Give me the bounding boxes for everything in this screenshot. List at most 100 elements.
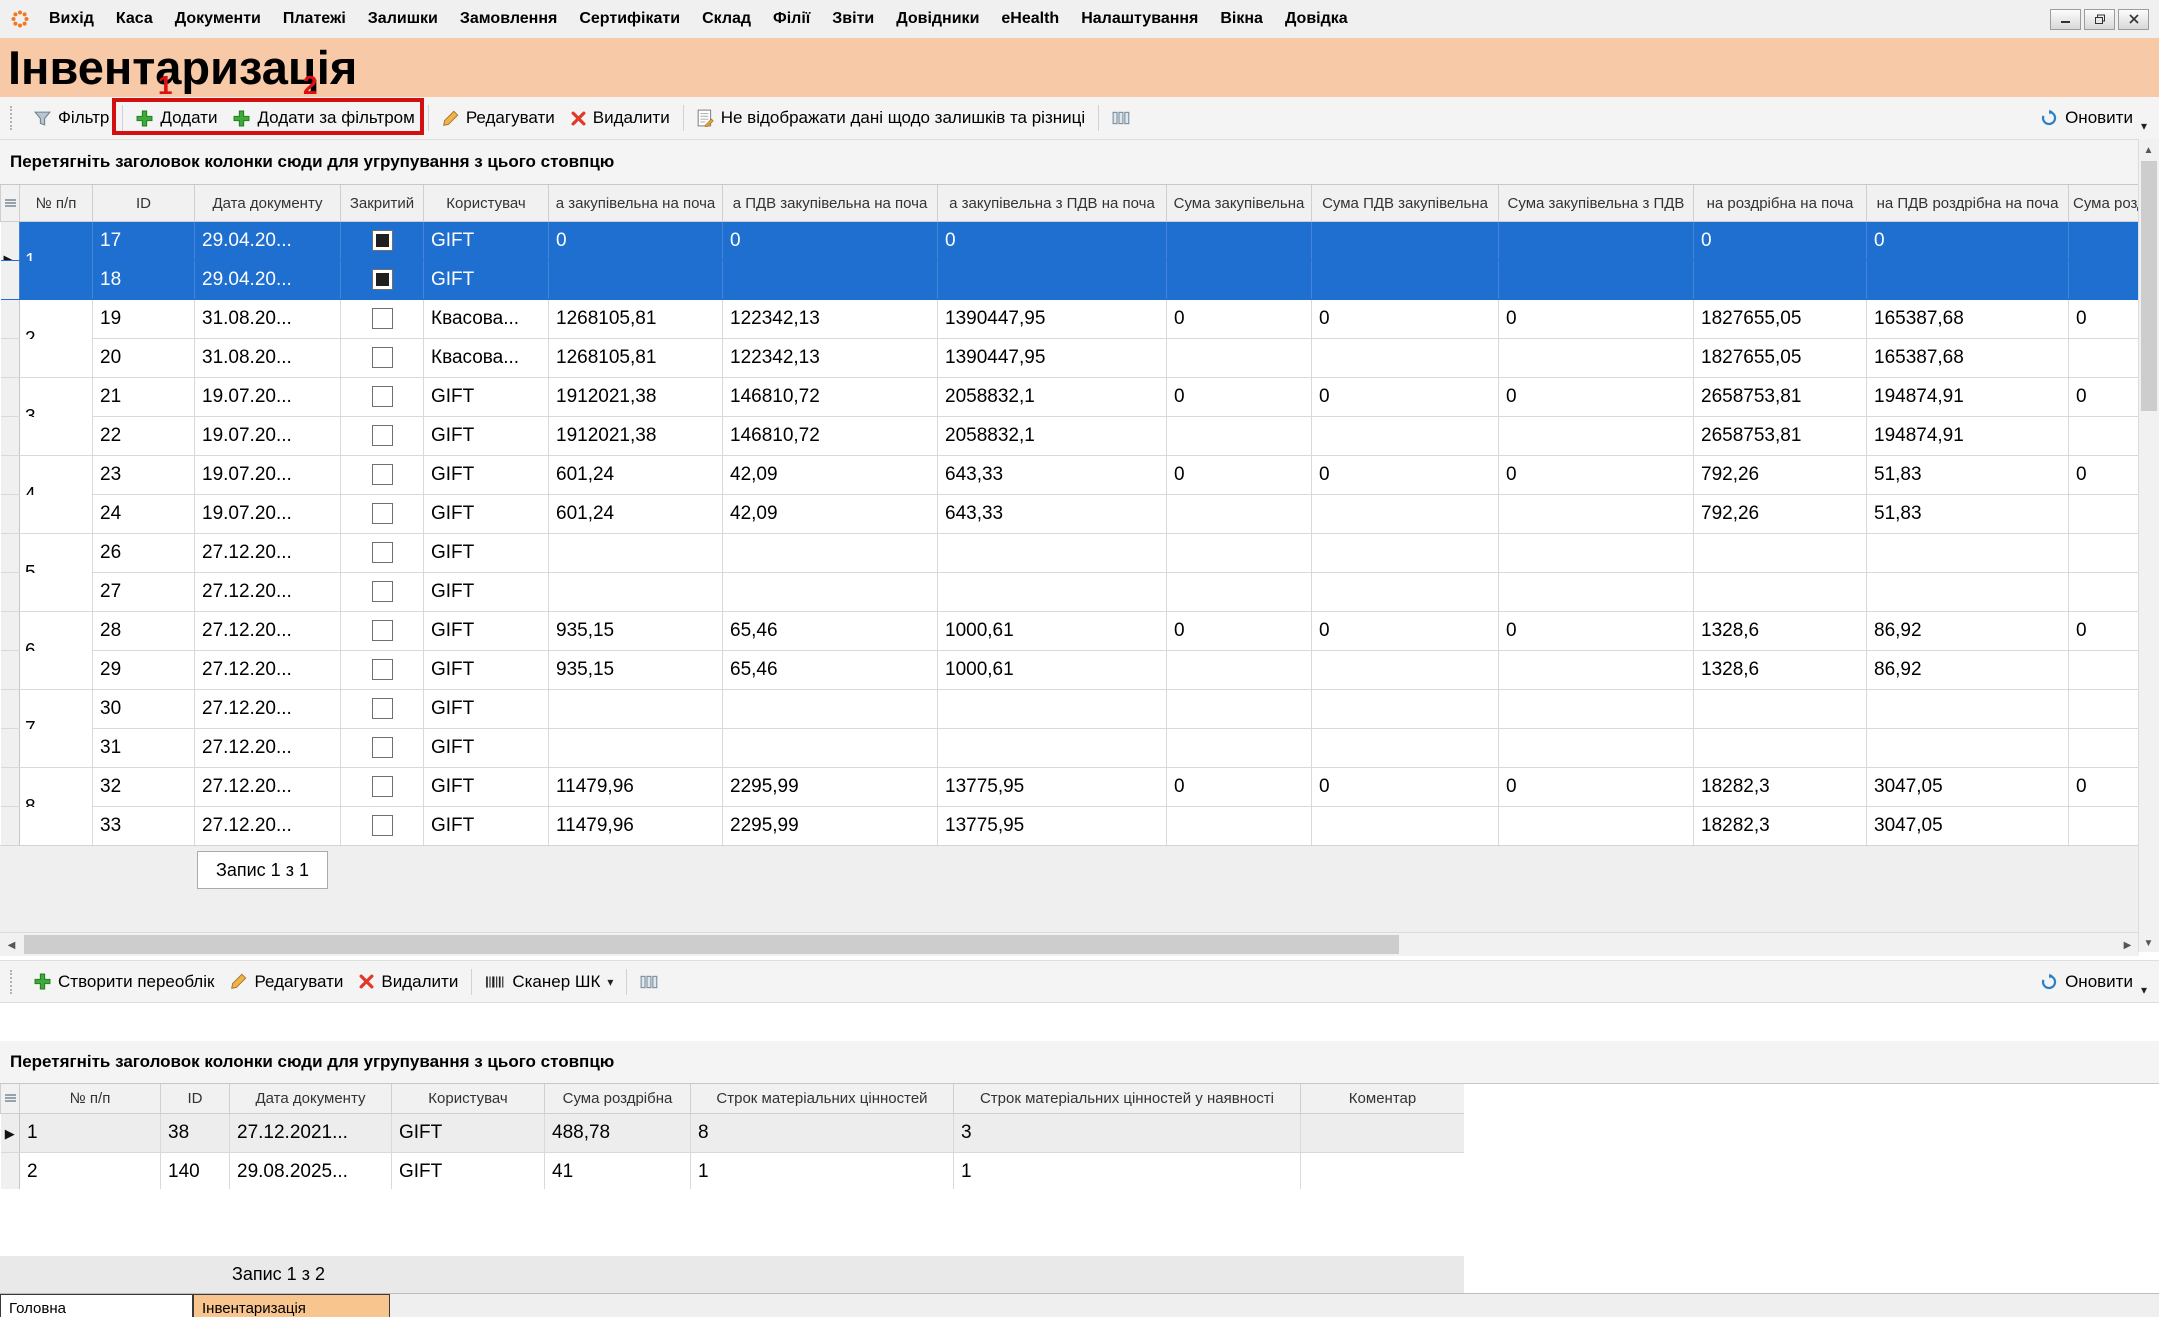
scroll-left-button[interactable] — [0, 933, 23, 955]
recount-row[interactable]: 2 140 29.08.2025... GIFT 41 1 1 — [1, 1153, 1465, 1190]
view-tab[interactable]: Інвентаризація — [193, 1294, 390, 1317]
menu-item[interactable]: Довідка — [1274, 10, 1359, 28]
barcode-scanner-button[interactable]: Сканер ШК — [477, 965, 621, 999]
vertical-scrollbar[interactable] — [2138, 139, 2159, 952]
menu-item[interactable]: Платежі — [272, 10, 357, 28]
column-header[interactable]: Сума закупівельна — [1167, 185, 1312, 222]
menu-item[interactable]: Сертифікати — [568, 10, 691, 28]
closed-checkbox[interactable] — [372, 659, 393, 680]
hide-balances-button[interactable]: Не відображати дані щодо залишків та різ… — [689, 101, 1093, 135]
column-chooser-button[interactable] — [1104, 101, 1138, 135]
document-row[interactable]: 6 28 27.12.20... GIFT 935,15 65,46 1000,… — [1, 612, 2140, 651]
column-chooser-button[interactable] — [632, 965, 666, 999]
document-row[interactable]: 24 19.07.20... GIFT 601,24 42,09 643,33 … — [1, 495, 2140, 534]
document-row[interactable]: 8 32 27.12.20... GIFT 11479,96 2295,99 1… — [1, 768, 2140, 807]
column-header[interactable]: на ПДВ роздрібна на поча — [1867, 185, 2069, 222]
menu-item[interactable]: Філії — [762, 10, 821, 28]
menu-item[interactable]: Вікна — [1209, 10, 1274, 28]
toolbar-grip[interactable] — [10, 970, 18, 994]
document-row[interactable]: 22 19.07.20... GIFT 1912021,38 146810,72… — [1, 417, 2140, 456]
closed-checkbox[interactable] — [372, 737, 393, 758]
closed-checkbox[interactable] — [372, 308, 393, 329]
column-header[interactable]: Сума закупівельна з ПДВ — [1499, 185, 1694, 222]
refresh-dropdown-icon[interactable] — [2141, 984, 2147, 996]
closed-checkbox[interactable] — [372, 503, 393, 524]
menu-item[interactable]: Склад — [691, 10, 762, 28]
document-row[interactable]: 31 27.12.20... GIFT — [1, 729, 2140, 768]
closed-checkbox[interactable] — [372, 542, 393, 563]
restore-button[interactable] — [2084, 9, 2115, 30]
column-header[interactable]: Коментар — [1301, 1084, 1465, 1114]
closed-checkbox[interactable] — [372, 386, 393, 407]
column-header[interactable]: Сума роздрібна — [545, 1084, 691, 1114]
scroll-right-button[interactable] — [2116, 933, 2139, 955]
view-tab[interactable]: Головна — [0, 1294, 193, 1317]
group-by-panel-recount[interactable]: Перетягніть заголовок колонки сюди для у… — [0, 1041, 2159, 1084]
menu-item[interactable]: Документи — [164, 10, 272, 28]
document-row[interactable]: 7 30 27.12.20... GIFT — [1, 690, 2140, 729]
menu-item[interactable]: eHealth — [990, 10, 1070, 28]
document-row[interactable]: 18 29.04.20... GIFT — [1, 261, 2140, 300]
closed-checkbox[interactable] — [372, 347, 393, 368]
column-header[interactable]: а закупівельна з ПДВ на поча — [938, 185, 1167, 222]
group-by-panel[interactable]: Перетягніть заголовок колонки сюди для у… — [0, 140, 2159, 185]
document-row[interactable]: 4 23 19.07.20... GIFT 601,24 42,09 643,3… — [1, 456, 2140, 495]
horizontal-scrollbar[interactable] — [0, 932, 2139, 956]
close-button[interactable] — [2118, 9, 2149, 30]
closed-checkbox[interactable] — [372, 815, 393, 836]
menu-item[interactable]: Звіти — [821, 10, 885, 28]
delete-recount-button[interactable]: Видалити — [351, 965, 466, 999]
menu-item[interactable]: Вихід — [38, 10, 105, 28]
column-header[interactable]: на роздрібна на поча — [1694, 185, 1867, 222]
document-row[interactable]: 2 19 31.08.20... Квасова... 1268105,81 1… — [1, 300, 2140, 339]
column-header[interactable]: Строк матеріальних цінностей — [691, 1084, 954, 1114]
create-recount-button[interactable]: Створити переоблік — [26, 965, 222, 999]
column-header[interactable]: Сума ПДВ закупівельна — [1312, 185, 1499, 222]
column-header[interactable]: Користувач — [424, 185, 549, 222]
menu-item[interactable]: Залишки — [357, 10, 449, 28]
column-header[interactable]: Дата документу — [230, 1084, 392, 1114]
closed-checkbox[interactable] — [372, 230, 393, 251]
column-header[interactable]: а закупівельна на поча — [549, 185, 723, 222]
add-by-filter-button[interactable]: Додати за фільтром — [225, 101, 422, 135]
horizontal-scroll-thumb[interactable] — [24, 935, 1399, 954]
scroll-up-button[interactable] — [2139, 139, 2158, 159]
recount-row[interactable]: 1 38 27.12.2021... GIFT 488,78 8 3 — [1, 1114, 1465, 1153]
menu-item[interactable]: Замовлення — [449, 10, 568, 28]
column-header[interactable]: Закритий — [341, 185, 424, 222]
document-row[interactable]: 1 17 29.04.20... GIFT 0 0 0 0 0 — [1, 222, 2140, 261]
vertical-scroll-thumb[interactable] — [2141, 161, 2157, 411]
document-row[interactable]: 33 27.12.20... GIFT 11479,96 2295,99 137… — [1, 807, 2140, 846]
closed-checkbox[interactable] — [372, 464, 393, 485]
document-row[interactable]: 29 27.12.20... GIFT 935,15 65,46 1000,61… — [1, 651, 2140, 690]
scanner-dropdown-icon[interactable] — [607, 976, 613, 988]
closed-checkbox[interactable] — [372, 620, 393, 641]
delete-button[interactable]: Видалити — [563, 101, 678, 135]
closed-checkbox[interactable] — [372, 776, 393, 797]
document-row[interactable]: 5 26 27.12.20... GIFT — [1, 534, 2140, 573]
menu-item[interactable]: Довідники — [885, 10, 990, 28]
column-header[interactable]: ID — [93, 185, 195, 222]
closed-checkbox[interactable] — [372, 698, 393, 719]
toolbar-grip[interactable] — [10, 106, 18, 130]
edit-button[interactable]: Редагувати — [434, 101, 563, 135]
column-header[interactable]: № п/п — [20, 185, 93, 222]
closed-checkbox[interactable] — [372, 269, 393, 290]
scroll-down-button[interactable] — [2139, 932, 2158, 952]
column-header[interactable]: № п/п — [20, 1084, 161, 1114]
add-button[interactable]: Додати — [128, 101, 225, 135]
refresh-recount-button[interactable]: Оновити — [2032, 965, 2141, 999]
edit-recount-button[interactable]: Редагувати — [222, 965, 351, 999]
filter-button[interactable]: Фільтр — [26, 101, 117, 135]
document-row[interactable]: 3 21 19.07.20... GIFT 1912021,38 146810,… — [1, 378, 2140, 417]
refresh-button[interactable]: Оновити — [2032, 101, 2141, 135]
column-header[interactable]: Сума розд — [2069, 185, 2140, 222]
document-row[interactable]: 27 27.12.20... GIFT — [1, 573, 2140, 612]
menu-item[interactable]: Налаштування — [1070, 10, 1209, 28]
column-header[interactable]: а ПДВ закупівельна на поча — [723, 185, 938, 222]
column-header[interactable]: ID — [161, 1084, 230, 1114]
menu-item[interactable]: Каса — [105, 10, 164, 28]
minimize-button[interactable] — [2050, 9, 2081, 30]
refresh-dropdown-icon[interactable] — [2141, 120, 2147, 132]
column-header[interactable]: Дата документу — [195, 185, 341, 222]
